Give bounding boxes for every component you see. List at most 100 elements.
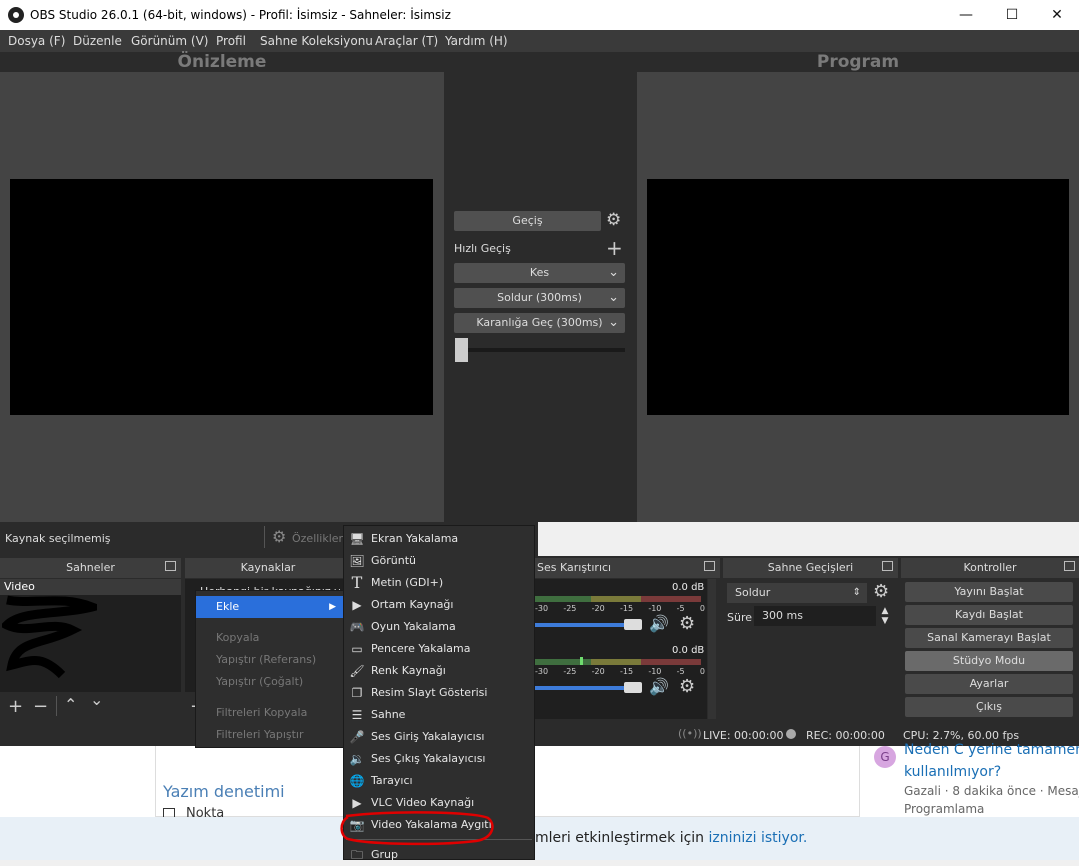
studio-area: Önizleme Program Geçiş ⚙ Hızlı Geçiş + K… [0,52,1079,522]
gecis-button[interactable]: Geçiş [454,211,601,231]
submenu-item-renk-kaynagi[interactable]: 🖌 Renk Kaynağı [344,660,534,682]
notification-link[interactable]: izninizi istiyor. [709,830,808,846]
menu-item-kopyala[interactable]: Kopyala [196,627,344,649]
kes-button[interactable]: Kes ⌄ [454,263,625,283]
add-scene-icon[interactable]: + [8,696,23,717]
karanlik-button[interactable]: Karanlığa Geç (300ms) ⌄ [454,313,625,333]
submenu-label: Metin (GDI+) [371,576,444,589]
mixer-scrollbar[interactable] [708,579,716,719]
submenu-item-sahne[interactable]: ☰ Sahne [344,704,534,726]
gear-icon[interactable]: ⚙ [873,581,889,602]
menu-profil[interactable]: Profil [216,34,246,48]
folder-icon: 🗀 [350,848,363,862]
side-title-1[interactable]: Neden C yerine tamamen C [904,742,1079,758]
hizli-gecis-label: Hızlı Geçiş [454,242,511,255]
maximize-button[interactable]: ☐ [989,0,1035,30]
divider [264,526,265,548]
menu-item-filtreleri-kopyala[interactable]: Filtreleri Kopyala [196,702,344,724]
submenu-item-pencere-yakalama[interactable]: ▭ Pencere Yakalama [344,638,534,660]
tick-label: -15 [619,667,634,676]
side-title-2[interactable]: kullanılmıyor? [904,764,1001,780]
submenu-item-oyun-yakalama[interactable]: 🎮 Oyun Yakalama [344,616,534,638]
menu-item-ekle[interactable]: Ekle ▶ [196,596,344,618]
volume-slider-2[interactable] [535,686,630,690]
tbar-track[interactable] [462,348,625,352]
window-title: OBS Studio 26.0.1 (64-bit, windows) - Pr… [30,8,451,22]
close-button[interactable]: ✕ [1034,0,1079,30]
menu-sahne-koleksiyonu[interactable]: Sahne Koleksiyonu [260,34,373,48]
gamepad-icon: 🎮 [349,620,365,634]
volume-handle-1[interactable] [624,619,642,630]
undock-icon[interactable] [1064,561,1075,571]
menu-gorunum[interactable]: Görünüm (V) [131,34,208,48]
settings-button[interactable]: Ayarlar [905,674,1073,694]
start-recording-button[interactable]: Kaydı Başlat [905,605,1073,625]
menu-araclar[interactable]: Araçlar (T) [375,34,438,48]
plus-icon[interactable]: + [606,236,623,260]
source-context-menu: Ekle ▶ Kopyala Yapıştır (Referans) Yapışt… [195,590,345,748]
soldur-label: Soldur (300ms) [497,291,582,304]
submenu-label: Resim Slayt Gösterisi [371,686,488,699]
duration-input[interactable]: 300 ms [754,606,876,626]
gear-icon[interactable]: ⚙ [606,210,621,230]
volume-handle-2[interactable] [624,682,642,693]
gear-icon[interactable]: ⚙ [679,676,695,697]
preview-canvas[interactable] [10,179,433,415]
speaker-icon[interactable]: 🔊 [649,614,669,633]
undock-icon[interactable] [882,561,893,571]
remove-scene-icon[interactable]: − [33,696,48,717]
monitor-icon: 🖥 [349,532,365,546]
tick-label: -15 [619,604,634,613]
submenu-item-metin[interactable]: T Metin (GDI+) [344,572,534,594]
menu-item-yapistir-cogalt[interactable]: Yapıştır (Çoğalt) [196,671,344,693]
studio-mode-button[interactable]: Stüdyo Modu [905,651,1073,671]
volume-slider-1[interactable] [535,623,630,627]
start-virtual-camera-button[interactable]: Sanal Kamerayı Başlat [905,628,1073,648]
mixer-db-2: 0.0 dB [672,645,705,656]
controls-dock-title: Kontroller [901,558,1079,578]
soldur-button[interactable]: Soldur (300ms) ⌄ [454,288,625,308]
meter-red [641,596,701,602]
submenu-item-resim-slayt[interactable]: ❐ Resim Slayt Gösterisi [344,682,534,704]
image-icon: 🖼 [349,554,365,568]
chevron-down-icon: ⌄ [608,315,619,330]
scene-item-video[interactable]: Video [0,579,181,595]
menu-item-filtreleri-yapistir[interactable]: Filtreleri Yapıştır [196,724,344,746]
start-stream-button[interactable]: Yayını Başlat [905,582,1073,602]
gear-icon[interactable]: ⚙ [679,613,695,634]
gear-icon[interactable]: ⚙ [272,527,286,546]
menu-yardim[interactable]: Yardım (H) [445,34,508,48]
ekle-label: Ekle [216,600,240,613]
submenu-label: Pencere Yakalama [371,642,471,655]
submenu-item-goruntu[interactable]: 🖼 Görüntü [344,550,534,572]
submenu-label: Ortam Kaynağı [371,598,454,611]
submenu-item-ekran-yakalama[interactable]: 🖥 Ekran Yakalama [344,528,534,550]
exit-button[interactable]: Çıkış [905,697,1073,717]
brush-icon: 🖌 [349,664,365,678]
program-canvas[interactable] [647,179,1069,415]
submenu-item-tarayici[interactable]: 🌐 Tarayıcı [344,770,534,792]
minimize-button[interactable]: — [943,0,989,30]
submenu-label: Ses Çıkış Yakalayıcısı [371,752,486,765]
undock-icon[interactable] [165,561,176,571]
properties-button[interactable]: Özellikler [292,532,343,545]
undock-icon[interactable] [704,561,715,571]
live-timer: LIVE: 00:00:00 [703,729,784,742]
menu-dosya[interactable]: Dosya (F) [8,34,65,48]
duration-stepper[interactable]: ▲ ▼ [878,606,892,626]
sure-label: Süre [727,611,753,624]
submenu-item-ses-cikis[interactable]: 🔉 Ses Çıkış Yakalayıcısı [344,748,534,770]
submenu-item-ses-giris[interactable]: 🎤 Ses Giriş Yakalayıcısı [344,726,534,748]
sources-dock-title: Kaynaklar [185,558,351,578]
submenu-label: Ekran Yakalama [371,532,459,545]
transition-select[interactable]: Soldur ⇕ [727,583,867,603]
submenu-item-ortam-kaynagi[interactable]: ▶ Ortam Kaynağı [344,594,534,616]
submenu-label: Sahne [371,708,406,721]
chevron-up-icon[interactable]: ⌃ [64,695,77,714]
mixer-ticks: -30 -25 -20 -15 -10 -5 0 [535,667,705,676]
chevron-down-icon[interactable]: ⌄ [90,690,103,709]
menu-item-yapistir-referans[interactable]: Yapıştır (Referans) [196,649,344,671]
tbar-handle[interactable] [455,338,468,362]
speaker-icon[interactable]: 🔊 [649,677,669,696]
menu-duzenle[interactable]: Düzenle [73,34,122,48]
